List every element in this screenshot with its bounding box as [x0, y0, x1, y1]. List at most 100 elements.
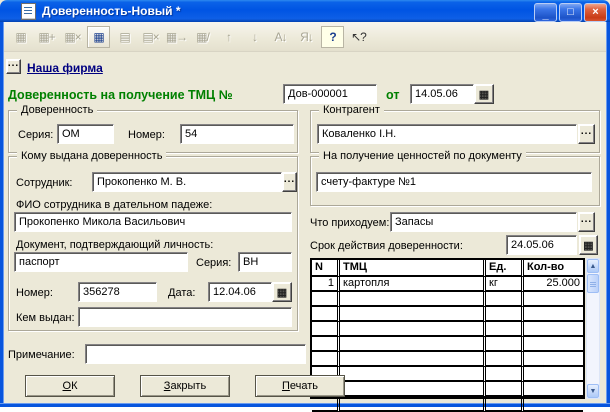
table-cell[interactable]	[483, 382, 521, 397]
kontragent-input[interactable]: Коваленко І.Н.	[317, 124, 577, 144]
table-cell[interactable]	[337, 307, 483, 322]
dots-icon: ...	[581, 218, 592, 222]
table-cell[interactable]	[312, 352, 337, 367]
nomer-input[interactable]: 54	[180, 124, 294, 144]
doc-date-input[interactable]: 14.05.06	[410, 84, 474, 104]
document-input[interactable]: паспорт	[14, 252, 188, 272]
window-border-left	[0, 22, 4, 403]
table-cell[interactable]	[521, 397, 583, 412]
scroll-down-button[interactable]: ▼	[587, 384, 599, 398]
table-row[interactable]	[312, 337, 583, 352]
table-row[interactable]	[312, 307, 583, 322]
close-button[interactable]: ×	[584, 3, 607, 22]
minimize-button[interactable]: _	[534, 3, 557, 22]
doc-data-input[interactable]: 12.04.06	[208, 282, 272, 302]
chto-select-button[interactable]: ...	[578, 212, 595, 232]
table-cell[interactable]	[312, 292, 337, 307]
table-cell[interactable]	[337, 322, 483, 337]
table-cell[interactable]	[521, 382, 583, 397]
table-cell[interactable]	[483, 397, 521, 412]
firm-link[interactable]: Наша фирма	[27, 61, 103, 75]
scroll-up-button[interactable]: ▲	[587, 259, 599, 273]
table-cell[interactable]	[337, 292, 483, 307]
table-cell[interactable]	[337, 352, 483, 367]
table-cell[interactable]	[483, 292, 521, 307]
doc-date-calendar-button[interactable]: ▦	[474, 84, 494, 104]
maximize-button[interactable]: □	[559, 3, 582, 22]
table-cell[interactable]	[312, 307, 337, 322]
table-cell[interactable]	[483, 322, 521, 337]
firm-select-button[interactable]: ...	[6, 59, 21, 74]
table-cell[interactable]	[521, 292, 583, 307]
srok-input[interactable]: 24.05.06	[506, 235, 577, 255]
table-row[interactable]	[312, 352, 583, 367]
help-icon[interactable]: ?	[321, 26, 344, 48]
table-header-cell: N	[312, 260, 337, 277]
table-cell[interactable]	[483, 307, 521, 322]
table-cell[interactable]	[312, 322, 337, 337]
table-cell[interactable]	[521, 337, 583, 352]
table-header-cell: ТМЦ	[337, 260, 483, 277]
table-row[interactable]	[312, 382, 583, 397]
tmc-table[interactable]: NТМЦЕд.Кол-во 1картоплякг25.000	[310, 258, 585, 399]
doc-number-input[interactable]: Дов-000001	[283, 84, 377, 104]
sotrudnik-select-button[interactable]: ...	[282, 172, 297, 192]
table-cell[interactable]	[521, 307, 583, 322]
srok-calendar-button[interactable]: ▦	[579, 235, 598, 255]
print-button[interactable]: Печать	[255, 375, 345, 397]
table-cell[interactable]: 25.000	[521, 277, 583, 292]
close-form-button[interactable]: Закрыть	[140, 375, 230, 397]
maximize-icon: □	[567, 7, 574, 18]
window-border-right	[606, 22, 610, 403]
tmc-table-header: NТМЦЕд.Кол-во	[312, 260, 583, 277]
table-cell[interactable]: 1	[312, 277, 337, 292]
titlebar[interactable]: Доверенность-Новый * _ □ ×	[0, 0, 610, 22]
table-cell[interactable]	[312, 337, 337, 352]
calendar-icon: ▦	[479, 88, 489, 101]
table-cell[interactable]	[337, 397, 483, 412]
po-dokumentu-input[interactable]: счету-фактуре №1	[316, 172, 592, 192]
table-row[interactable]	[312, 397, 583, 412]
table-cell[interactable]	[483, 337, 521, 352]
scroll-thumb[interactable]	[587, 274, 599, 293]
close-icon: ×	[592, 7, 598, 18]
group-komu-title: Кому выдана доверенность	[17, 150, 166, 162]
doc-data-calendar-button[interactable]: ▦	[272, 282, 292, 302]
table-cell[interactable]	[337, 367, 483, 382]
table-row[interactable]	[312, 322, 583, 337]
table-cell[interactable]	[521, 352, 583, 367]
kem-vydan-input[interactable]	[78, 307, 292, 327]
table-row[interactable]	[312, 292, 583, 307]
table-row[interactable]	[312, 367, 583, 382]
table-cell[interactable]	[521, 367, 583, 382]
table-cell[interactable]: кг	[483, 277, 521, 292]
primechanie-input[interactable]	[85, 344, 306, 364]
row-hide-icon: ▦/	[191, 26, 214, 48]
table-cell[interactable]: картопля	[337, 277, 483, 292]
chto-prihodyem-label: Что приходуем:	[310, 217, 389, 229]
group-doverennost-title: Доверенность	[17, 104, 97, 116]
doc-seriya-input[interactable]: ВН	[238, 252, 292, 272]
document-window: Доверенность-Новый * _ □ × ▦▦+▦×▦▤▤×▦→▦/…	[0, 0, 610, 407]
context-help-icon[interactable]: ↖?	[347, 26, 370, 48]
table-cell[interactable]	[312, 397, 337, 412]
dots-icon: ...	[8, 62, 19, 66]
fio-input[interactable]: Прокопенко Микола Васильович	[14, 212, 292, 232]
table-cell[interactable]	[337, 337, 483, 352]
table-cell[interactable]	[337, 382, 483, 397]
table-cell[interactable]	[521, 322, 583, 337]
table-save-icon[interactable]: ▦	[87, 26, 110, 48]
row-insert-icon: ▦→	[165, 26, 188, 48]
chto-prihodyem-input[interactable]: Запасы	[390, 212, 577, 232]
kontragent-select-button[interactable]: ...	[578, 124, 595, 144]
table-scrollbar[interactable]: ▲ ▼	[586, 258, 600, 399]
table-row[interactable]: 1картоплякг25.000	[312, 277, 583, 292]
sotrudnik-input[interactable]: Прокопенко М. В.	[92, 172, 282, 192]
doc-nomer-input[interactable]: 356278	[78, 282, 157, 302]
minimize-icon: _	[542, 10, 548, 21]
seriya-input[interactable]: ОМ	[57, 124, 114, 144]
table-cell[interactable]	[483, 352, 521, 367]
ok-button[interactable]: ОК	[25, 375, 115, 397]
table-add-icon: ▦+	[35, 26, 58, 48]
table-cell[interactable]	[483, 367, 521, 382]
